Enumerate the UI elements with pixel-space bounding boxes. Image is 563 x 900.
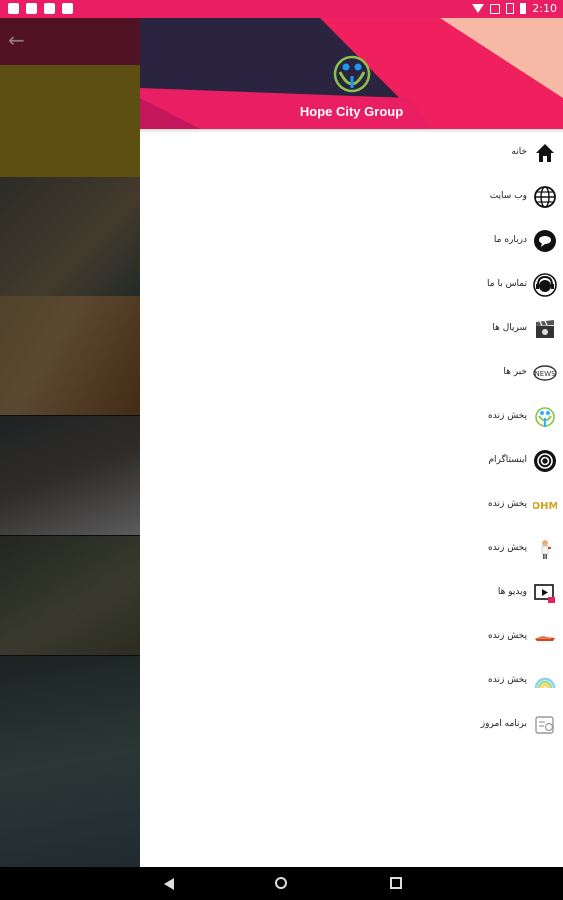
navigation-drawer: Hope City Group خانه وب سایت درباره ما ت… (140, 18, 563, 867)
hope-city-logo-icon (333, 55, 371, 93)
clapperboard-icon (536, 320, 554, 338)
menu-item-news[interactable]: خبر ها NEWS (140, 358, 563, 394)
menu-item-instagram[interactable]: اینستاگرام (140, 446, 563, 482)
menu-item-label: پخش زنده (488, 499, 527, 509)
wifi-icon (472, 4, 485, 13)
menu-item-label: پخش زنده (488, 543, 527, 553)
instagram-icon (534, 450, 556, 472)
svg-text:OHM: OHM (533, 501, 557, 512)
battery-icon (520, 3, 527, 14)
no-sim-icon (506, 3, 515, 14)
menu-item-live-2[interactable]: پخش زنده OHM (140, 490, 563, 526)
figure-icon (541, 540, 551, 559)
menu-item-label: سریال ها (492, 323, 527, 333)
background-app: ← (0, 18, 140, 867)
hope-logo-icon (535, 407, 555, 427)
drawer-header: Hope City Group (140, 18, 563, 129)
system-nav-bar (0, 867, 563, 900)
chat-bubble-icon (534, 230, 556, 252)
menu-item-label: اینستاگرام (488, 455, 527, 465)
scrim[interactable] (0, 18, 140, 867)
shoe-logo-icon (535, 636, 555, 641)
menu-item-website[interactable]: وب سایت (140, 182, 563, 218)
menu-item-label: پخش زنده (488, 411, 527, 421)
schedule-icon (535, 716, 554, 734)
menu-item-label: خانه (511, 147, 527, 157)
notification-icon (8, 3, 19, 14)
app-icon (62, 3, 73, 14)
video-icon (534, 584, 555, 603)
menu-item-label: پخش زنده (488, 631, 527, 641)
menu-item-live-1[interactable]: پخش زنده (140, 402, 563, 438)
header-divider (140, 129, 563, 133)
svg-text:NEWS: NEWS (534, 370, 556, 378)
menu-item-label: ویدیو ها (497, 587, 527, 597)
menu-item-contact[interactable]: تماس با ما (140, 270, 563, 306)
clock: 2:10 (532, 2, 557, 15)
news-icon: NEWS (533, 365, 557, 381)
menu-item-label: تماس با ما (487, 279, 527, 289)
instagram-icon (44, 3, 55, 14)
menu-item-label: برنامه امروز (480, 719, 527, 729)
menu-item-live-3[interactable]: پخش زنده (140, 534, 563, 570)
image-icon (26, 3, 37, 14)
menu-item-videos[interactable]: ویدیو ها (140, 578, 563, 614)
rainbow-icon (534, 677, 556, 689)
vibrate-icon (490, 3, 501, 14)
menu-item-home[interactable]: خانه (140, 138, 563, 174)
menu-item-label: خبر ها (503, 367, 527, 377)
menu-item-label: وب سایت (489, 191, 527, 201)
headset-icon (533, 273, 557, 297)
menu-item-today-schedule[interactable]: برنامه امروز (140, 710, 563, 746)
menu-item-live-4[interactable]: پخش زنده (140, 622, 563, 658)
brand-name: Hope City Group (299, 104, 404, 119)
menu-item-live-5[interactable]: پخش زنده (140, 666, 563, 702)
menu-item-about[interactable]: درباره ما (140, 226, 563, 262)
home-icon (536, 144, 554, 162)
nav-home-icon[interactable] (275, 877, 287, 889)
menu-item-label: درباره ما (493, 235, 527, 245)
status-bar: 2:10 (0, 0, 563, 18)
nav-recents-icon[interactable] (390, 877, 402, 889)
globe-icon (534, 186, 556, 208)
menu-item-series[interactable]: سریال ها (140, 314, 563, 350)
ohm-logo-icon: OHM (533, 501, 557, 512)
menu-item-label: پخش زنده (488, 675, 527, 685)
nav-back-icon[interactable] (164, 878, 174, 890)
